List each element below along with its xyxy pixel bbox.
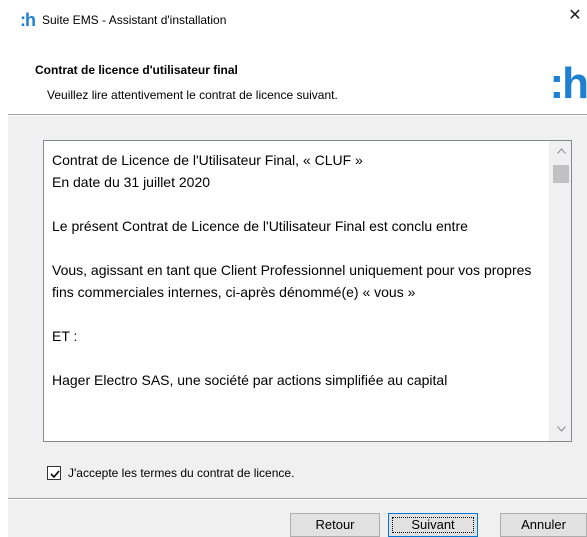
chevron-up-icon[interactable] — [550, 141, 571, 163]
license-paragraph: Vous, agissant en tant que Client Profes… — [52, 262, 532, 300]
license-paragraph: Contrat de Licence de l'Utilisateur Fina… — [52, 152, 363, 168]
license-paragraph: Hager Electro SAS, une société par actio… — [52, 372, 448, 388]
license-text: Contrat de Licence de l'Utilisateur Fina… — [52, 149, 542, 413]
wizard-header: Contrat de licence d'utilisateur final V… — [8, 40, 587, 114]
window-left-edge — [0, 0, 8, 537]
window-title: Suite EMS - Assistant d'installation — [42, 13, 227, 27]
installer-window: :h Suite EMS - Assistant d'installation … — [0, 0, 587, 537]
close-icon[interactable]: ✕ — [563, 0, 587, 32]
chevron-down-icon[interactable] — [550, 419, 571, 441]
scrollbar-thumb[interactable] — [553, 165, 569, 183]
license-text-box[interactable]: Contrat de Licence de l'Utilisateur Fina… — [43, 140, 572, 442]
vertical-scrollbar[interactable] — [549, 141, 571, 441]
hager-logo: :h — [549, 59, 587, 108]
cancel-button[interactable]: Annuler — [500, 513, 587, 537]
license-paragraph: ET : — [52, 328, 78, 344]
accept-terms-checkbox[interactable] — [47, 466, 61, 480]
app-logo-icon: :h — [20, 10, 36, 30]
footer-divider-highlight — [8, 499, 587, 500]
next-button[interactable]: Suivant — [388, 513, 478, 537]
license-paragraph: Le présent Contrat de Licence de l'Utili… — [52, 218, 468, 234]
header-subtitle: Veuillez lire attentivement le contrat d… — [47, 88, 338, 102]
checkmark-icon — [50, 470, 60, 479]
back-button[interactable]: Retour — [290, 513, 380, 537]
accept-terms-label[interactable]: J'accepte les termes du contrat de licen… — [68, 466, 294, 480]
title-bar[interactable]: :h Suite EMS - Assistant d'installation … — [8, 0, 587, 40]
header-divider-highlight — [8, 115, 587, 116]
focus-ring — [392, 517, 474, 533]
header-title: Contrat de licence d'utilisateur final — [35, 63, 238, 77]
license-paragraph: En date du 31 juillet 2020 — [52, 174, 211, 190]
